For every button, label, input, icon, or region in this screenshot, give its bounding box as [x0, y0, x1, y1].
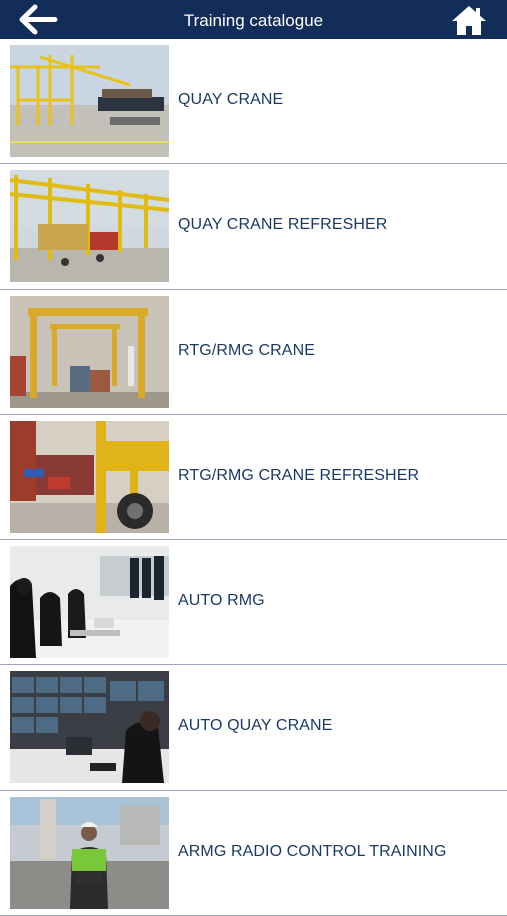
course-label: AUTO QUAY CRANE [178, 717, 333, 735]
home-button[interactable] [450, 4, 488, 36]
course-list: QUAY CRANE QUAY CRANE REFRESHER RTG/RMG … [0, 39, 507, 916]
auto-rmg-control-room-photo [10, 546, 169, 659]
course-item-auto-quay-crane[interactable]: AUTO QUAY CRANE [0, 665, 507, 791]
course-label: QUAY CRANE REFRESHER [178, 216, 388, 234]
course-label: QUAY CRANE [178, 91, 284, 108]
rtg-rmg-refresher-photo [10, 420, 169, 533]
quay-crane-photo [10, 45, 169, 157]
course-label: RTG/RMG CRANE REFRESHER [178, 466, 420, 484]
course-label: RTG/RMG CRANE [178, 341, 316, 359]
course-item-quay-crane-refresher[interactable]: QUAY CRANE REFRESHER [0, 164, 507, 290]
home-icon [452, 6, 486, 35]
course-item-armg-radio-control-training[interactable]: ARMG RADIO CONTROL TRAINING [0, 791, 507, 916]
course-item-rtg-rmg-crane-refresher[interactable]: RTG/RMG CRANE REFRESHER [0, 415, 507, 541]
course-label: ARMG RADIO CONTROL TRAINING [178, 842, 447, 860]
quay-crane-refresher-photo [10, 170, 169, 283]
course-item-quay-crane[interactable]: QUAY CRANE [0, 39, 507, 165]
page-title: Training catalogue [183, 11, 324, 30]
auto-quay-crane-control-room-photo [10, 671, 169, 784]
course-label: AUTO RMG [178, 592, 265, 610]
course-item-auto-rmg[interactable]: AUTO RMG [0, 540, 507, 666]
armg-radio-control-photo [10, 796, 169, 909]
app-header: Training catalogue [0, 0, 507, 39]
rtg-rmg-crane-photo [10, 295, 169, 408]
course-item-rtg-rmg-crane[interactable]: RTG/RMG CRANE [0, 290, 507, 415]
